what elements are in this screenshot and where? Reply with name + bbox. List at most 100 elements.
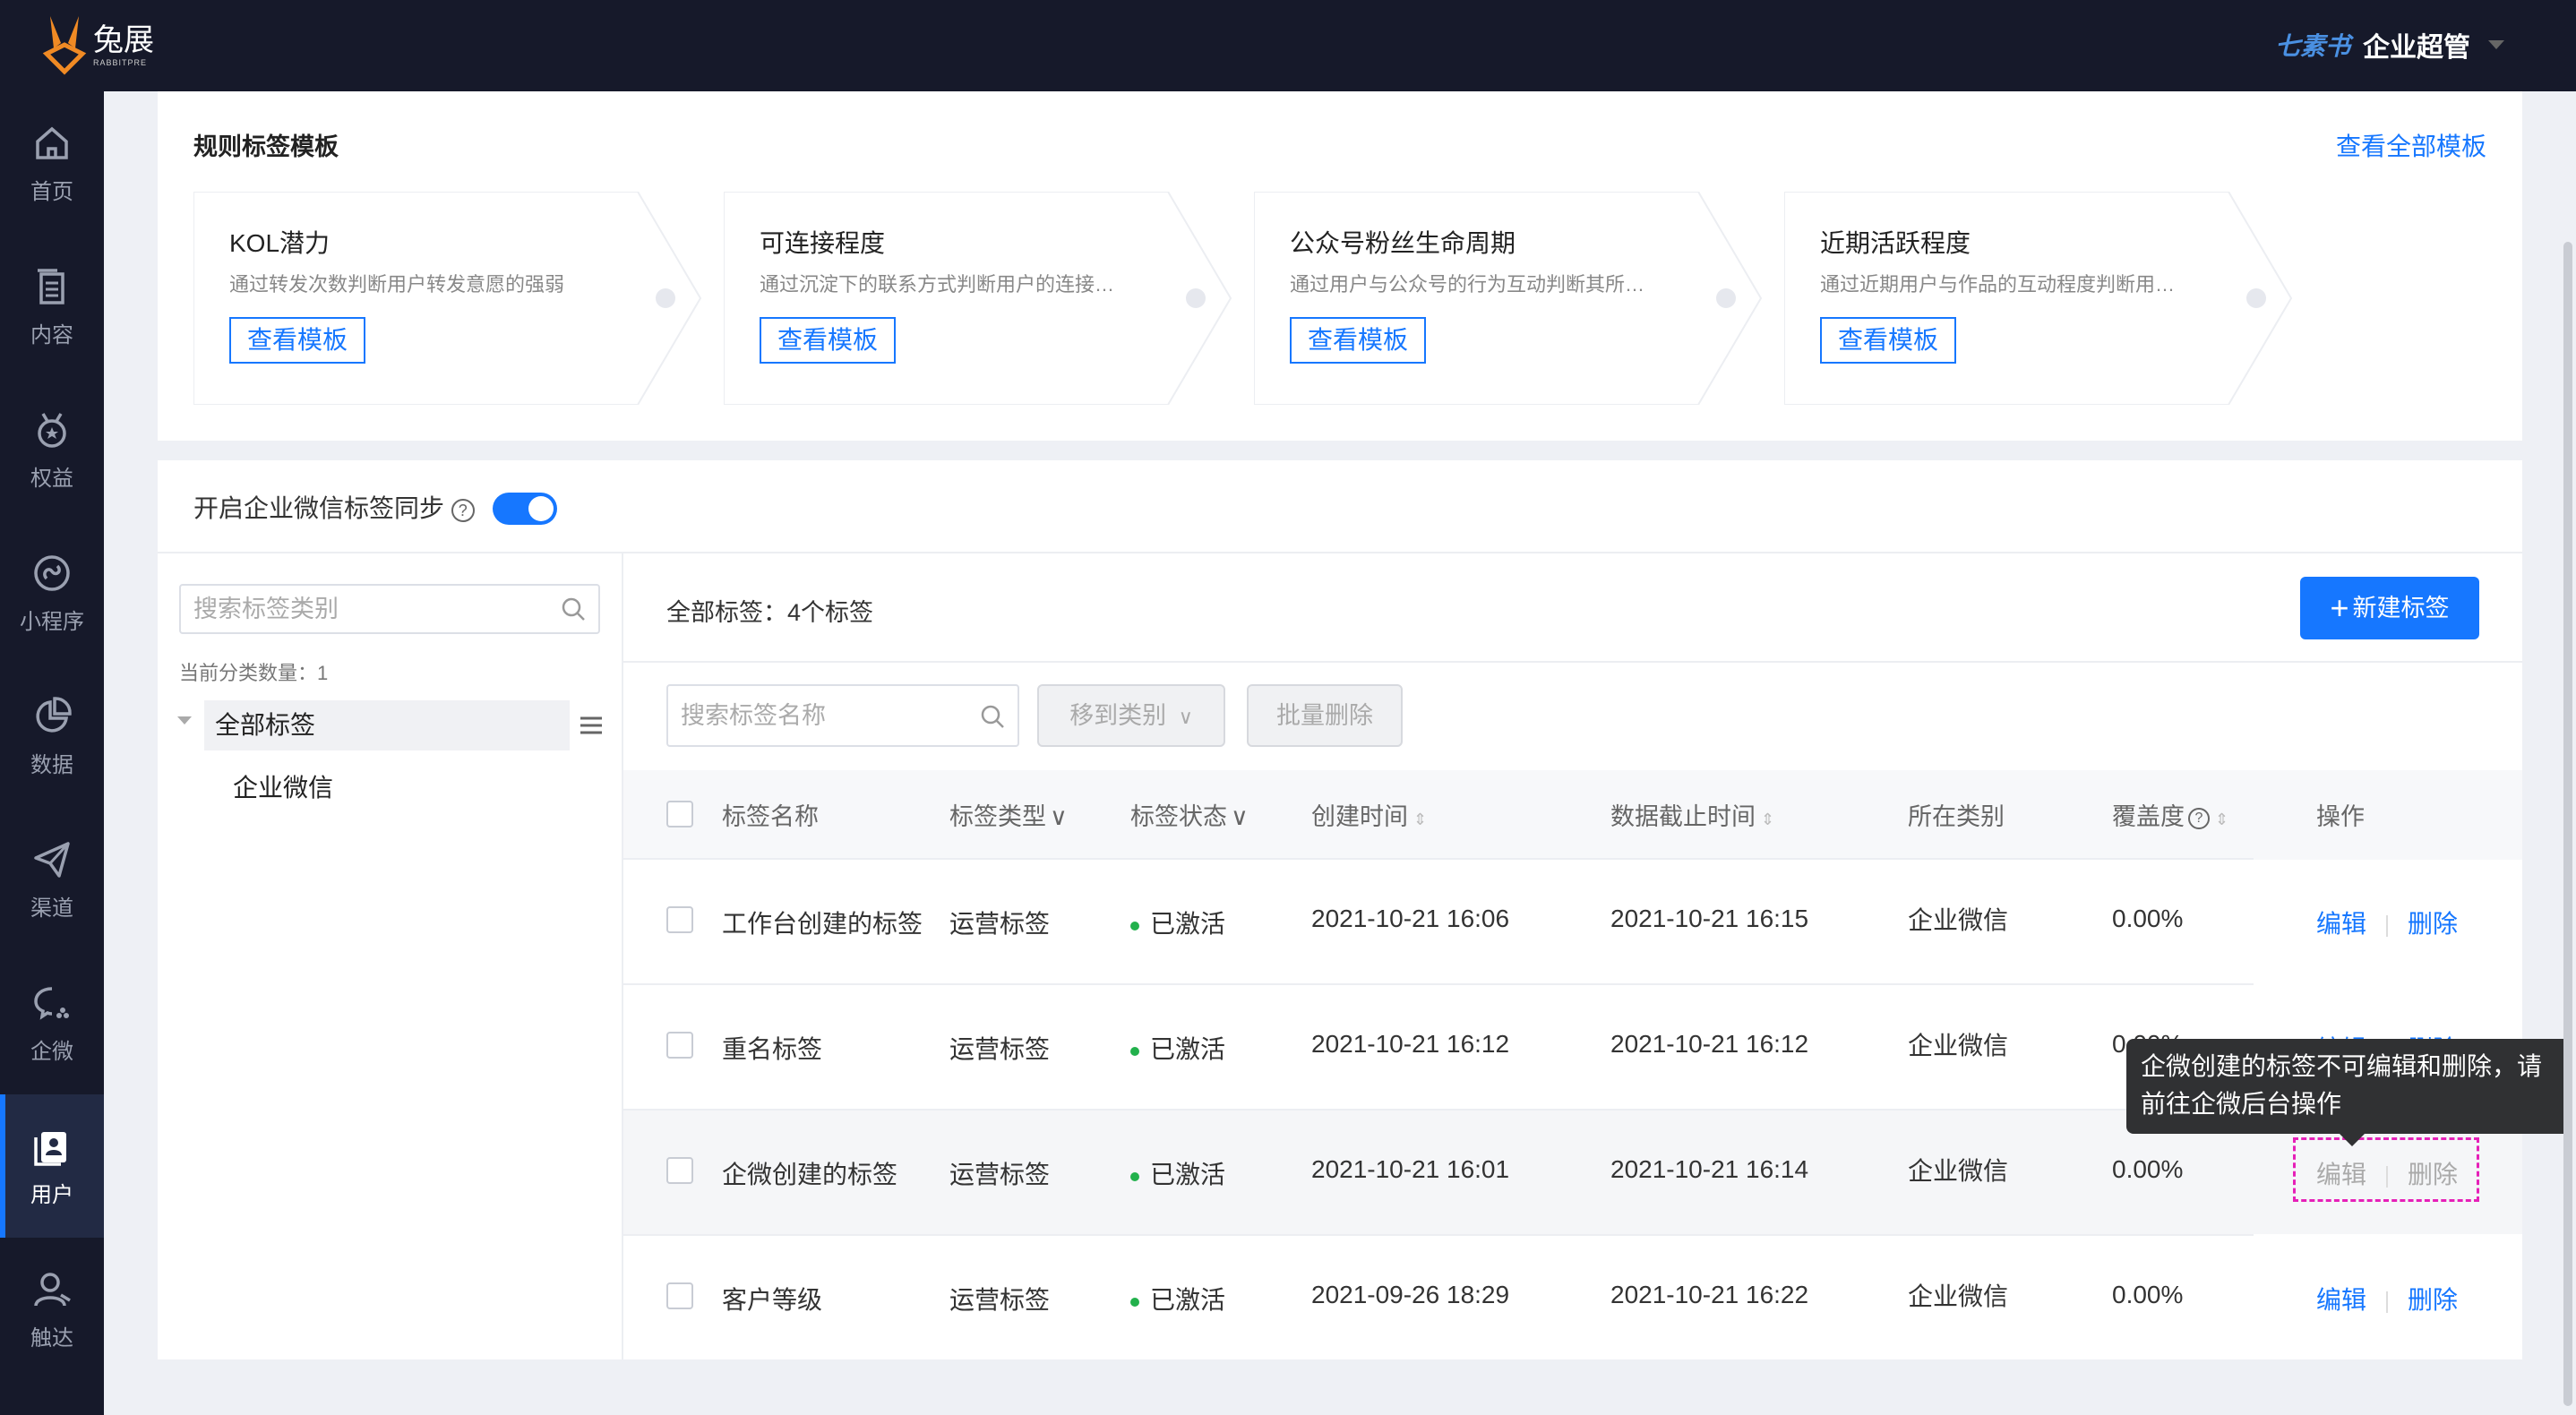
tree-node-wecom[interactable]: 企业微信 (233, 768, 333, 804)
view-template-button[interactable]: 查看模板 (760, 317, 897, 364)
edit-button[interactable]: 编辑 (2316, 910, 2366, 938)
deadline-time: 2021-10-21 16:12 (1610, 1030, 1809, 1058)
help-icon[interactable]: ? (2188, 807, 2210, 829)
col-deadline[interactable]: 数据截止时间 ⇕ (1610, 797, 1774, 832)
divider (623, 858, 2254, 860)
col-created-time[interactable]: 创建时间 ⇕ (1311, 797, 1427, 832)
template-desc: 通过近期用户与作品的互动程度判断用… (1820, 273, 2176, 296)
search-icon[interactable] (980, 704, 1005, 729)
tag-category: 企业微信 (1908, 1157, 2009, 1185)
sidebar-item-content[interactable]: 内容 (0, 235, 104, 378)
template-title: 公众号粉丝生命周期 (1290, 229, 1516, 257)
coverage: 0.00% (2112, 905, 2184, 932)
template-item: 公众号粉丝生命周期 通过用户与公众号的行为互动判断其所… 查看模板 (1254, 192, 1763, 405)
tag-type: 运营标签 (949, 910, 1051, 938)
template-item: 可连接程度 通过沉淀下的联系方式判断用户的连接… 查看模板 (724, 192, 1232, 405)
template-title: 近期活跃程度 (1820, 229, 1971, 257)
brand-logo[interactable]: 兔展 RABBITPRE (41, 13, 154, 77)
col-category: 所在类别 (1908, 803, 2005, 830)
edit-button[interactable]: 编辑 (2316, 1286, 2366, 1314)
coverage: 0.00% (2112, 1155, 2184, 1183)
filter-icon[interactable]: ∨ (1231, 803, 1249, 830)
col-coverage[interactable]: 覆盖度? ⇕ (2112, 797, 2228, 832)
sidebar-item-home[interactable]: 首页 (0, 91, 104, 235)
sidebar-item-label: 权益 (30, 467, 73, 491)
row-checkbox[interactable] (666, 1032, 693, 1059)
sidebar-item-label: 触达 (30, 1326, 73, 1351)
tag-search-input[interactable]: 搜索标签名称 (666, 684, 1019, 747)
tree-node-label: 全部标签 (215, 711, 316, 739)
deadline-time: 2021-10-21 16:22 (1610, 1281, 1809, 1308)
template-item: 近期活跃程度 通过近期用户与作品的互动程度判断用… 查看模板 (1784, 192, 2293, 405)
category-search-input[interactable]: 搜索标签类别 (179, 584, 600, 634)
caret-down-icon[interactable] (177, 716, 192, 725)
select-all-checkbox[interactable] (666, 801, 693, 828)
tag-name-link[interactable]: 客户等级 (722, 1281, 822, 1316)
tag-name-link[interactable]: 企微创建的标签 (722, 1155, 897, 1191)
sidebar-item-label: 数据 (30, 753, 73, 777)
view-template-button[interactable]: 查看模板 (1820, 317, 1957, 364)
col-tag-type[interactable]: 标签类型 ∨ (949, 797, 1068, 832)
category-search-placeholder: 搜索标签类别 (193, 596, 339, 622)
sort-icon[interactable]: ⇕ (2215, 810, 2228, 828)
wecom-icon (34, 987, 69, 1020)
sidebar-item-miniapp[interactable]: 小程序 (0, 521, 104, 665)
sidebar-item-wecom[interactable]: 企微 (0, 951, 104, 1094)
send-icon (34, 842, 70, 878)
sidebar-item-data[interactable]: 数据 (0, 665, 104, 808)
status-dot (1130, 1297, 1139, 1307)
row-checkbox[interactable] (666, 1157, 693, 1184)
sidebar-item-label: 企微 (30, 1040, 73, 1064)
status-dot (1130, 921, 1139, 930)
template-title: 可连接程度 (760, 229, 886, 257)
divider (623, 983, 2254, 985)
sync-toggle[interactable] (493, 493, 557, 525)
deadline-time: 2021-10-21 16:14 (1610, 1155, 1809, 1183)
batch-delete-button[interactable]: 批量删除 (1247, 684, 1403, 747)
col-label: 标签状态 (1130, 803, 1227, 830)
move-label: 移到类别 (1069, 702, 1167, 729)
account-menu[interactable]: 七素书 企业超管 (2275, 25, 2504, 64)
menu-icon[interactable] (579, 715, 604, 736)
col-tag-status[interactable]: 标签状态 ∨ (1130, 797, 1249, 832)
divider (623, 1234, 2254, 1236)
tag-status: 已激活 (1130, 1030, 1225, 1066)
tag-type: 运营标签 (949, 1286, 1051, 1314)
category-count: 当前分类数量：1 (179, 662, 329, 684)
sidebar-item-label: 首页 (30, 180, 73, 204)
new-tag-button[interactable]: + 新建标签 (2300, 577, 2479, 639)
search-icon[interactable] (561, 596, 586, 622)
move-to-category-button[interactable]: 移到类别 ∨ (1037, 684, 1225, 747)
col-label: 创建时间 (1311, 803, 1408, 830)
partner-brand: 七素书 (2274, 32, 2350, 60)
delete-button[interactable]: 删除 (2408, 1286, 2458, 1314)
view-all-templates-link[interactable]: 查看全部模板 (2336, 127, 2486, 163)
view-template-button[interactable]: 查看模板 (1290, 317, 1427, 364)
sidebar: 首页 内容 权益 小程序 数据 渠道 企微 用户 触达 (0, 91, 104, 1415)
connector-dot (656, 288, 675, 308)
tag-name-link[interactable]: 重名标签 (722, 1030, 822, 1066)
user-role[interactable]: 企业超管 (2363, 25, 2470, 64)
sidebar-item-rights[interactable]: 权益 (0, 378, 104, 521)
tag-name-link[interactable]: 工作台创建的标签 (722, 905, 923, 940)
chevron-down-icon[interactable] (2488, 40, 2504, 49)
help-icon[interactable]: ? (451, 498, 475, 522)
view-template-button[interactable]: 查看模板 (229, 317, 366, 364)
tree-node-all[interactable]: 全部标签 (204, 700, 570, 750)
sidebar-item-users[interactable]: 用户 (0, 1094, 104, 1238)
scrollbar[interactable] (2563, 242, 2572, 1406)
miniapp-icon (34, 555, 70, 591)
divider (158, 552, 2522, 553)
sort-icon[interactable]: ⇕ (1413, 810, 1427, 828)
sort-icon[interactable]: ⇕ (1761, 810, 1774, 828)
sidebar-item-channel[interactable]: 渠道 (0, 808, 104, 951)
plus-icon: + (2330, 589, 2349, 626)
sidebar-item-reach[interactable]: 触达 (0, 1238, 104, 1381)
template-desc: 通过沉淀下的联系方式判断用户的连接… (760, 273, 1115, 296)
tag-search-placeholder: 搜索标签名称 (681, 702, 826, 729)
row-checkbox[interactable] (666, 1282, 693, 1309)
divider (2386, 1291, 2389, 1313)
filter-icon[interactable]: ∨ (1050, 803, 1068, 830)
row-checkbox[interactable] (666, 906, 693, 933)
delete-button[interactable]: 删除 (2408, 910, 2458, 938)
